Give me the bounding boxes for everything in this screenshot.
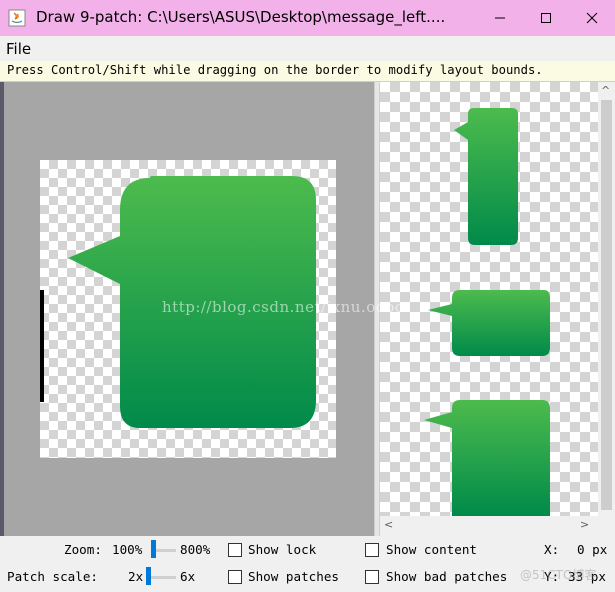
menu-file[interactable]: File xyxy=(6,40,31,58)
title-bar: Draw 9-patch: C:\Users\ASUS\Desktop\mess… xyxy=(0,0,615,36)
status-bar: Zoom: 100% 800% Show lock Show content X… xyxy=(0,536,615,592)
preview-pane xyxy=(380,82,598,516)
zoom-slider-thumb[interactable] xyxy=(151,540,156,558)
show-patches-checkbox[interactable] xyxy=(228,570,242,584)
show-content-checkbox[interactable] xyxy=(365,543,379,557)
x-coordinate-value: 0 px xyxy=(577,542,608,557)
patch-scale-max-label: 6x xyxy=(180,569,196,584)
zoom-max-label: 800% xyxy=(180,542,211,557)
minimize-button[interactable] xyxy=(477,0,523,36)
vertical-scroll-thumb[interactable] xyxy=(601,100,612,510)
blog-watermark: http://blog.csdn.net/jxnu.oooo xyxy=(162,298,405,316)
scroll-up-arrow-icon[interactable]: ^ xyxy=(601,84,610,97)
preview-bubbles xyxy=(424,108,550,516)
show-bad-patches-checkbox[interactable] xyxy=(365,570,379,584)
zoom-label: Zoom: xyxy=(64,542,102,557)
editor-pane-edge xyxy=(0,82,4,536)
show-lock-checkbox[interactable] xyxy=(228,543,242,557)
scroll-right-arrow-icon[interactable]: > xyxy=(580,518,589,531)
preview-horizontal-scrollbar[interactable]: < > xyxy=(380,516,598,536)
patch-scale-slider-thumb[interactable] xyxy=(146,567,151,585)
zoom-min-label: 100% xyxy=(112,542,143,557)
hint-bar: Press Control/Shift while dragging on th… xyxy=(0,61,615,82)
patch-scale-min-label: 2x xyxy=(128,569,144,584)
preview-bubble-tall xyxy=(454,108,518,245)
close-icon xyxy=(586,12,598,24)
patch-marker-left[interactable] xyxy=(40,290,44,402)
minimize-icon xyxy=(495,17,505,19)
window-title: Draw 9-patch: C:\Users\ASUS\Desktop\mess… xyxy=(36,8,446,26)
scroll-left-arrow-icon[interactable]: < xyxy=(384,518,393,531)
maximize-button[interactable] xyxy=(523,0,569,36)
preview-bubble-wide xyxy=(428,290,550,356)
patch-scale-slider-track[interactable] xyxy=(148,576,176,579)
hint-text: Press Control/Shift while dragging on th… xyxy=(7,63,543,77)
scroll-corner xyxy=(598,516,615,536)
corner-watermark: @51CTO博客 xyxy=(520,568,597,582)
preview-bubble-large xyxy=(424,400,550,516)
close-button[interactable] xyxy=(569,0,615,36)
show-lock-label[interactable]: Show lock xyxy=(248,542,316,557)
maximize-icon xyxy=(541,13,551,23)
x-coordinate-label: X: xyxy=(544,542,560,557)
patch-scale-label: Patch scale: xyxy=(7,569,98,584)
show-bad-patches-label[interactable]: Show bad patches xyxy=(386,569,507,584)
show-patches-label[interactable]: Show patches xyxy=(248,569,339,584)
java-app-icon xyxy=(8,9,26,27)
show-content-label[interactable]: Show content xyxy=(386,542,477,557)
menu-bar: File xyxy=(0,36,615,61)
